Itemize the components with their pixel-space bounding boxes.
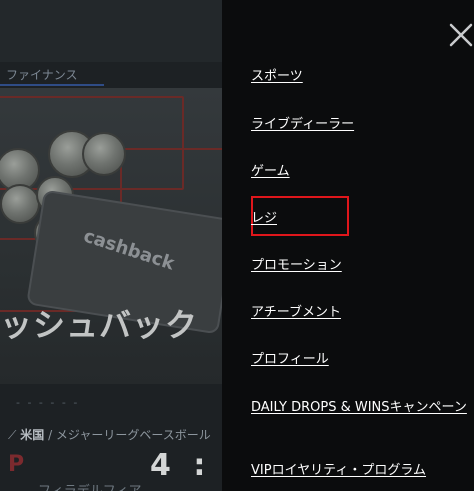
team-name: フィラデルフィア xyxy=(38,480,141,491)
wallet-text: cashback xyxy=(80,225,177,275)
screen: ファイナンス cashback ッシュバック - - - - - - ⟋ 米国 … xyxy=(0,0,474,491)
menu-item-profile[interactable]: プロフィール xyxy=(251,352,473,368)
menu-item-cashier[interactable]: レジ xyxy=(251,211,473,227)
background-tab-underline xyxy=(0,84,104,86)
background-page-overlay: ファイナンス cashback ッシュバック - - - - - - ⟋ 米国 … xyxy=(0,0,222,491)
baseball-bat-icon: ⟋ xyxy=(8,428,17,442)
menu-item-games[interactable]: ゲーム xyxy=(251,164,473,180)
menu-item-achievements[interactable]: アチーブメント xyxy=(251,305,473,321)
coin-icon xyxy=(82,132,126,176)
background-tab-finance: ファイナンス xyxy=(6,68,78,82)
background-header xyxy=(0,0,222,62)
banner-title: ッシュバック xyxy=(0,306,199,344)
match-score: 4 : 1 xyxy=(150,448,222,483)
menu-item-vip-loyalty[interactable]: VIPロイヤリティ・プログラム xyxy=(251,463,473,479)
menu-item-promotions[interactable]: プロモーション xyxy=(251,258,473,274)
match-league: ⟋ 米国 / メジャーリーグベースボール xyxy=(8,426,211,443)
menu-item-live-dealer[interactable]: ライブディーラー xyxy=(251,117,473,133)
menu-item-daily-drops[interactable]: DAILY DROPS & WINSキャンペーン xyxy=(251,400,469,416)
menu-item-sports[interactable]: スポーツ xyxy=(251,69,473,85)
match-country: 米国 xyxy=(20,428,45,442)
match-league-name: / メジャーリーグベースボール xyxy=(44,428,211,442)
close-icon xyxy=(449,23,473,47)
close-button[interactable] xyxy=(448,22,474,48)
team-logo: P xyxy=(8,452,25,477)
side-menu: スポーツ ライブディーラー ゲーム レジ プロモーション アチーブメント プロフ… xyxy=(222,0,474,491)
match-dashes: - - - - - - xyxy=(16,396,80,409)
coin-icon xyxy=(0,184,40,224)
